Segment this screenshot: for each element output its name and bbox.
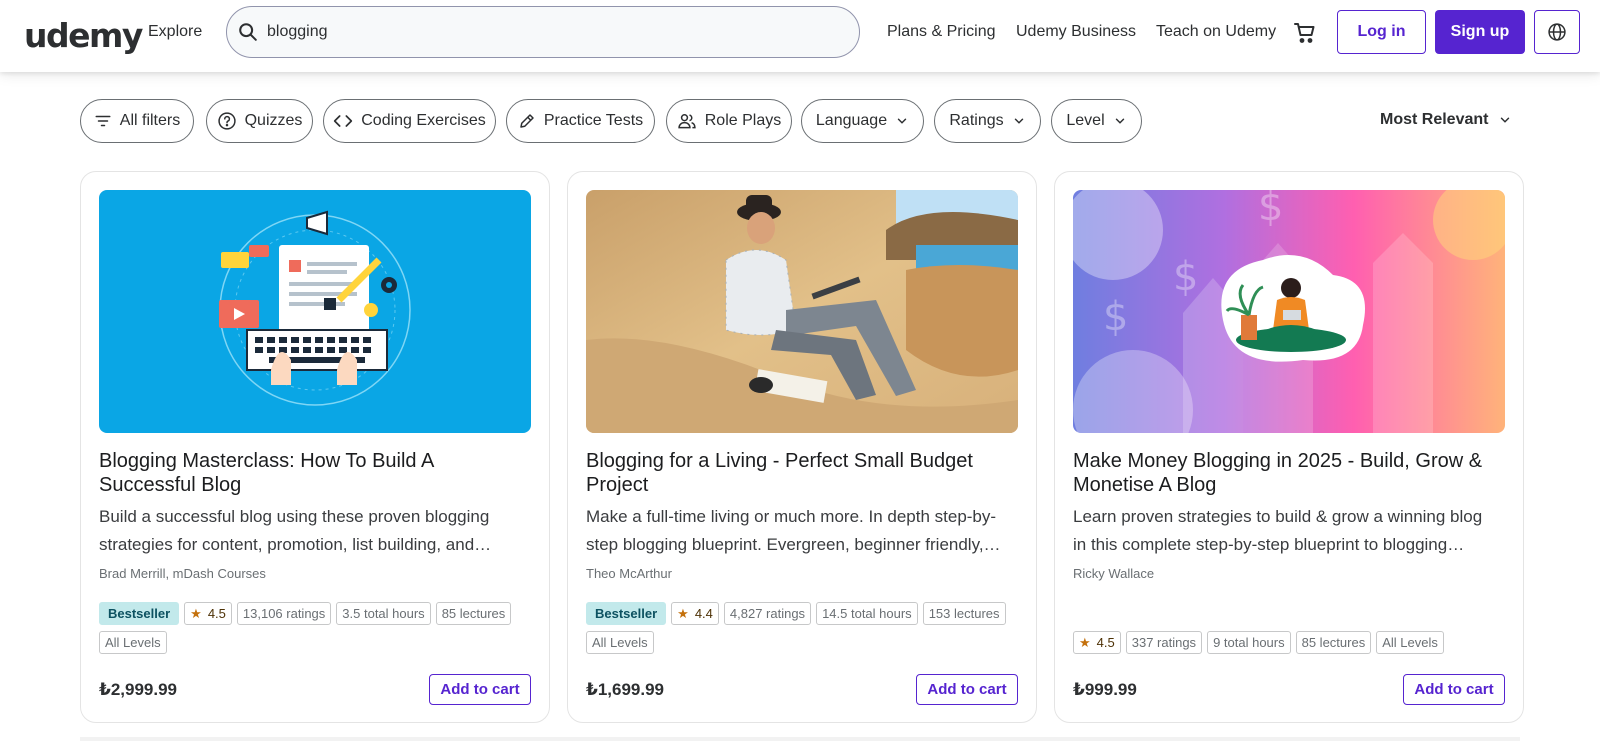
search-input[interactable] [267,19,827,45]
quizzes-label: Quizzes [244,112,303,129]
star-icon: ★ [677,605,689,621]
rating-badge: ★ 4.4 [671,602,719,625]
teach-on-udemy-link[interactable]: Teach on Udemy [1156,23,1276,41]
blogging-illustration [99,190,531,433]
practice-tests-label: Practice Tests [543,112,644,129]
star-icon: ★ [1079,634,1091,650]
money-blogging-illustration: $ $ $ [1073,190,1505,433]
all-filters-button[interactable]: All filters [80,99,194,143]
chevron-down-icon [1501,117,1510,123]
course-thumbnail[interactable]: $ $ $ [1073,190,1505,433]
udemy-logo[interactable]: udemy [24,12,143,56]
course-instructor: Theo McArthur [586,566,672,581]
course-description: Build a successful blog using these prov… [99,507,492,554]
ratings-count: 337 ratings [1125,631,1203,654]
svg-text:$: $ [1103,294,1128,340]
cart-icon[interactable] [1293,21,1317,45]
course-price: ₺1,699.99 [586,680,665,699]
add-to-cart-button[interactable]: Add to cart [429,674,531,705]
course-price: ₺2,999.99 [99,680,178,699]
rating-badge: ★ 4.5 [184,602,232,625]
chevron-down-icon [1115,118,1124,124]
role-plays-label: Role Plays [704,112,782,129]
language-button[interactable] [1534,10,1580,54]
quizzes-filter[interactable]: Quizzes [206,99,313,143]
course-description: Make a full-time living or much more. In… [586,507,1001,554]
course-level: All Levels [99,631,167,654]
course-title[interactable]: Blogging Masterclass: How To Build A Suc… [99,449,531,497]
course-instructor: Ricky Wallace [1073,566,1155,581]
bestseller-badge: Bestseller [99,602,180,625]
svg-text:$: $ [1173,254,1198,300]
signup-button[interactable]: Sign up [1435,10,1525,54]
course-price: ₺999.99 [1073,680,1137,699]
login-button[interactable]: Log in [1337,10,1426,54]
filter-icon [95,115,111,127]
add-to-cart-button[interactable]: Add to cart [1403,674,1505,705]
rating-value: 4.4 [694,606,713,621]
globe-icon [1548,23,1566,41]
level-label: Level [1066,112,1105,129]
lecture-count: 85 lectures [435,602,512,625]
rating-value: 4.5 [1096,635,1115,650]
ratings-count: 4,827 ratings [723,602,812,625]
sort-label: Most Relevant [1380,111,1489,128]
rating-badge: ★ 4.5 [1073,631,1121,654]
people-icon [678,114,696,129]
course-meta: ★ 4.5 337 ratings 9 total hours 85 lectur… [1073,631,1513,654]
search-icon[interactable] [237,21,259,43]
svg-text:$: $ [1258,190,1283,230]
practice-tests-filter[interactable]: Practice Tests [506,99,655,143]
all-filters-label: All filters [119,112,181,129]
bestseller-badge: Bestseller [586,602,667,625]
role-plays-filter[interactable]: Role Plays [666,99,792,143]
sort-dropdown[interactable]: Most Relevant [1380,111,1512,129]
ratings-filter[interactable]: Ratings [934,99,1041,143]
total-hours: 3.5 total hours [336,602,431,625]
language-label: Language [815,112,888,129]
ratings-label: Ratings [949,112,1004,129]
course-level: All Levels [586,631,654,654]
filter-bar: All filters Quizzes Coding Exercises Pra… [0,99,1600,145]
lecture-count: 153 lectures [922,602,1006,625]
chevron-down-icon [1014,118,1023,124]
course-card[interactable]: Blogging Masterclass: How To Build A Suc… [80,171,550,723]
course-title[interactable]: Make Money Blogging in 2025 - Build, Gro… [1073,449,1505,497]
rating-value: 4.5 [207,606,226,621]
course-meta: Bestseller ★ 4.4 4,827 ratings 14.5 total… [586,602,1026,654]
udemy-business-link[interactable]: Udemy Business [1016,23,1136,41]
star-icon: ★ [190,605,202,621]
code-icon [334,115,353,127]
level-filter[interactable]: Level [1051,99,1142,143]
logo-wordmark: udemy [24,16,143,55]
course-thumbnail[interactable] [586,190,1018,433]
total-hours: 9 total hours [1207,631,1291,654]
explore-link[interactable]: Explore [148,23,202,41]
total-hours: 14.5 total hours [816,602,918,625]
question-circle-icon [217,112,236,130]
search-bar[interactable] [226,6,860,58]
course-meta: Bestseller ★ 4.5 13,106 ratings 3.5 total… [99,602,539,654]
chevron-down-icon [897,118,907,124]
add-to-cart-button[interactable]: Add to cart [916,674,1018,705]
pencil-icon [520,114,534,128]
course-thumbnail[interactable] [99,190,531,433]
lecture-count: 85 lectures [1295,631,1372,654]
coding-exercises-filter[interactable]: Coding Exercises [323,99,496,143]
course-card[interactable]: Blogging for a Living - Perfect Small Bu… [567,171,1037,723]
plans-pricing-link[interactable]: Plans & Pricing [887,23,996,41]
coding-exercises-label: Coding Exercises [361,112,486,129]
course-card[interactable]: $ $ $ Make Money Blogging in 2025 - Buil… [1054,171,1524,723]
ratings-count: 13,106 ratings [236,602,332,625]
top-header: udemy Explore Plans & Pricing Udemy Busi… [0,0,1600,72]
language-filter[interactable]: Language [801,99,924,143]
man-on-rocks-photo [586,190,1018,433]
next-row-hint [80,737,1520,741]
course-level: All Levels [1376,631,1444,654]
course-description: Learn proven strategies to build & grow … [1073,507,1483,554]
course-title[interactable]: Blogging for a Living - Perfect Small Bu… [586,449,1018,497]
course-instructor: Brad Merrill, mDash Courses [99,566,266,581]
